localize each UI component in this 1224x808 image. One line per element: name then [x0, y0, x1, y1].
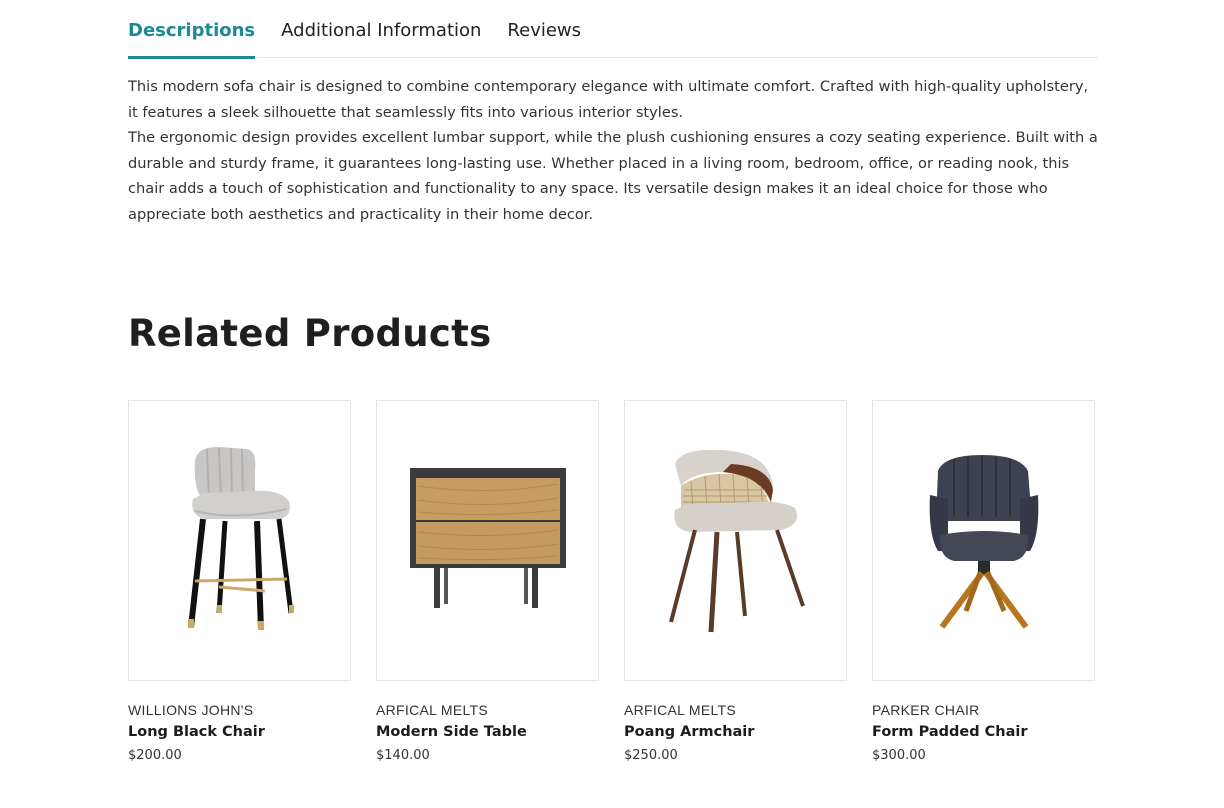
product-name[interactable]: Poang Armchair: [624, 724, 847, 740]
padded-chair-image: [929, 454, 1038, 629]
tab-additional-information[interactable]: Additional Information: [281, 0, 481, 58]
product-price: $250.00: [624, 748, 678, 763]
product-image-link[interactable]: [376, 400, 599, 681]
product-price: $300.00: [872, 748, 926, 763]
product-price: $140.00: [376, 748, 430, 763]
related-products-title: Related Products: [128, 312, 492, 355]
product-name[interactable]: Modern Side Table: [376, 724, 599, 740]
product-brand: ARFICAL MELTS: [376, 702, 489, 718]
tab-reviews[interactable]: Reviews: [507, 0, 581, 58]
product-card[interactable]: ARFICAL MELTS Poang Armchair $250.00: [624, 400, 847, 763]
product-card[interactable]: WILLIONS JOHN'S Long Black Chair $200.00: [128, 400, 351, 763]
product-image-link[interactable]: [128, 400, 351, 681]
description-text: This modern sofa chair is designed to co…: [128, 74, 1098, 227]
related-products-grid: WILLIONS JOHN'S Long Black Chair $200.00…: [128, 400, 1098, 780]
product-name[interactable]: Long Black Chair: [128, 724, 351, 740]
tab-bar: Descriptions Additional Information Revi…: [128, 0, 1098, 59]
product-card[interactable]: ARFICAL MELTS Modern Side Table $140.00: [376, 400, 599, 763]
tab-descriptions[interactable]: Descriptions: [128, 0, 256, 59]
product-price: $200.00: [128, 748, 182, 763]
product-brand: ARFICAL MELTS: [624, 702, 737, 718]
armchair-image: [668, 449, 805, 632]
bar-stool-image: [187, 446, 294, 630]
side-table-image: [409, 467, 566, 608]
product-image-link[interactable]: [624, 400, 847, 681]
product-brand: PARKER CHAIR: [872, 702, 980, 718]
product-image-link[interactable]: [872, 400, 1095, 681]
product-brand: WILLIONS JOHN'S: [128, 702, 254, 718]
description-paragraph-2: The ergonomic design provides excellent …: [128, 129, 1098, 223]
description-paragraph-1: This modern sofa chair is designed to co…: [128, 78, 1089, 121]
product-tabs-section: Descriptions Additional Information Revi…: [128, 0, 1098, 763]
product-card[interactable]: PARKER CHAIR Form Padded Chair $300.00: [872, 400, 1095, 763]
product-name[interactable]: Form Padded Chair: [872, 724, 1095, 740]
